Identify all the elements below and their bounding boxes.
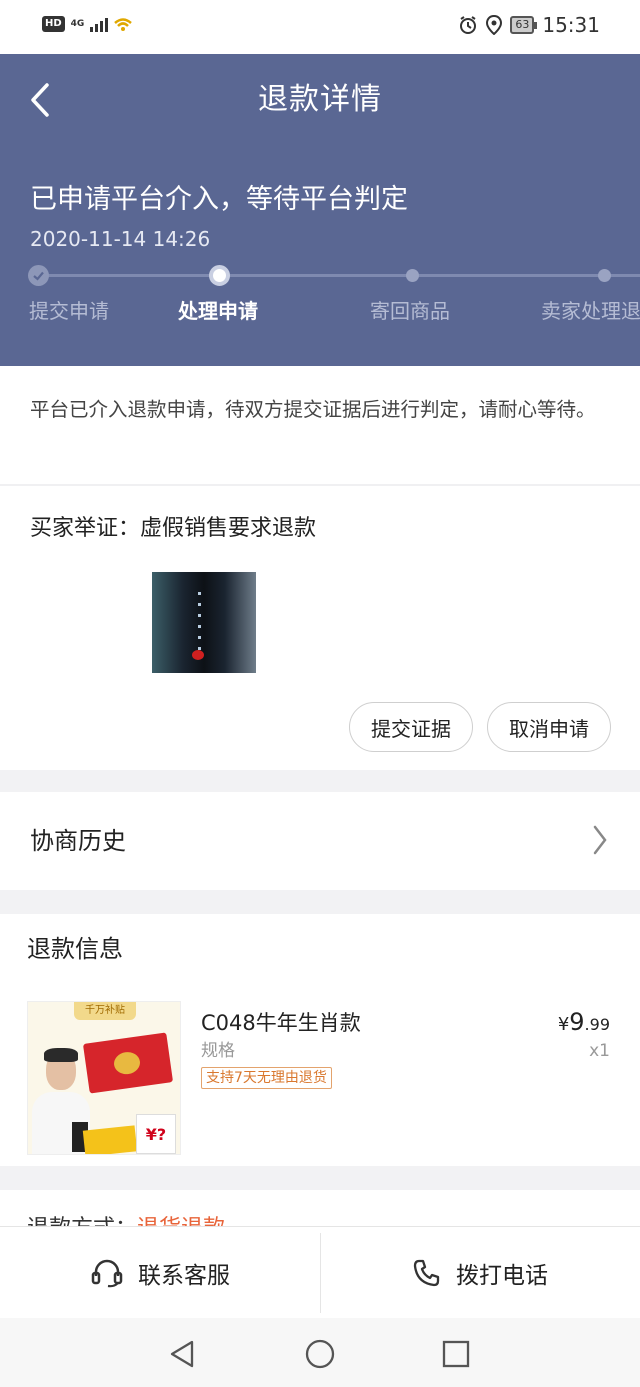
headset-icon [91, 1259, 123, 1288]
bottom-action-bar: 联系客服 拨打电话 [0, 1226, 640, 1318]
step-pending-dot [406, 269, 419, 282]
hd-badge: HD [42, 16, 65, 32]
product-image-person [32, 1048, 90, 1154]
battery-icon: 63 [510, 16, 538, 34]
nav-home-button[interactable] [298, 1332, 342, 1376]
product-image-banner [82, 1125, 138, 1154]
product-image[interactable]: 千万补贴 ¥? [27, 1001, 181, 1155]
refund-method-row: 退款方式：退货退款 [0, 1190, 640, 1226]
product-image-price: ¥? [136, 1114, 176, 1154]
refund-method-label: 退款方式： [27, 1216, 137, 1226]
price-symbol: ¥ [557, 1014, 570, 1035]
return-policy-badge: 支持7天无理由退货 [201, 1067, 332, 1089]
step-label-seller: 卖家处理退 [541, 299, 640, 323]
price-integer: 9 [569, 1008, 585, 1036]
signal-icon [90, 16, 109, 32]
nav-back-button[interactable] [160, 1332, 204, 1376]
product-name[interactable]: C048牛年生肖款 [201, 1008, 361, 1038]
status-bar: HD 4G 63 15:31 [0, 0, 640, 54]
step-label-submit: 提交申请 [29, 299, 109, 323]
product-spec: 规格 [201, 1041, 235, 1061]
step-pending-dot [598, 269, 611, 282]
evidence-card: 买家举证：虚假销售要求退款 提交证据 取消申请 [0, 486, 640, 770]
wifi-icon [114, 18, 133, 31]
step-label-process: 处理申请 [178, 299, 258, 323]
negotiation-history-row[interactable]: 协商历史 [0, 792, 640, 890]
nav-recent-button[interactable] [434, 1332, 478, 1376]
contact-service-button[interactable]: 联系客服 [0, 1227, 320, 1319]
alarm-icon [460, 16, 477, 34]
network-label: 4G [70, 18, 85, 29]
progress-track [38, 274, 640, 277]
check-icon [33, 271, 44, 281]
nav-home-icon [305, 1339, 335, 1369]
refund-info-card: 退款信息 千万补贴 ¥? C048牛年生肖款 规格 支持7天无理由退货 ¥9.9… [0, 914, 640, 1166]
nav-recent-icon [442, 1340, 470, 1368]
cancel-request-button[interactable]: 取消申请 [487, 702, 611, 752]
product-image-tag: 千万补贴 [74, 1002, 136, 1020]
evidence-image-detail [196, 592, 206, 658]
refund-method-value: 退货退款 [137, 1216, 225, 1226]
phone-icon [413, 1259, 440, 1287]
product-quantity: x1 [589, 1041, 610, 1061]
location-icon [486, 15, 503, 35]
call-phone-label: 拨打电话 [456, 1263, 548, 1289]
refund-status-time: 2020-11-14 14:26 [30, 227, 211, 251]
step-label-return: 寄回商品 [370, 299, 450, 323]
step-current-dot [209, 265, 230, 286]
history-label: 协商历史 [30, 827, 126, 855]
system-nav-bar [0, 1318, 640, 1387]
clock: 15:31 [542, 13, 600, 37]
refund-method-text: 退款方式：退货退款 [27, 1214, 225, 1226]
price-decimal: .99 [584, 1015, 610, 1034]
status-left: HD 4G [42, 16, 133, 32]
status-right: 63 15:31 [458, 13, 600, 37]
product-price: ¥9.99 [558, 1008, 610, 1036]
refund-status-title: 已申请平台介入，等待平台判定 [30, 184, 408, 215]
evidence-image[interactable] [152, 572, 256, 673]
evidence-title: 买家举证：虚假销售要求退款 [30, 516, 317, 541]
nav-back-icon [170, 1340, 194, 1368]
refund-header: 退款详情 已申请平台介入，等待平台判定 2020-11-14 14:26 提交申… [0, 54, 640, 366]
step-done-dot [28, 265, 49, 286]
call-phone-button[interactable]: 拨打电话 [320, 1227, 640, 1319]
notice-card: 平台已介入退款申请，待双方提交证据后进行判定，请耐心等待。 [0, 366, 640, 484]
evidence-image-detail [192, 650, 204, 660]
refund-info-title: 退款信息 [27, 935, 123, 963]
submit-evidence-button[interactable]: 提交证据 [349, 702, 473, 752]
chevron-right-icon [593, 825, 607, 855]
notice-text: 平台已介入退款申请，待双方提交证据后进行判定，请耐心等待。 [30, 398, 596, 421]
page-title: 退款详情 [258, 82, 382, 117]
contact-service-label: 联系客服 [138, 1263, 230, 1289]
product-image-envelope [82, 1032, 174, 1094]
